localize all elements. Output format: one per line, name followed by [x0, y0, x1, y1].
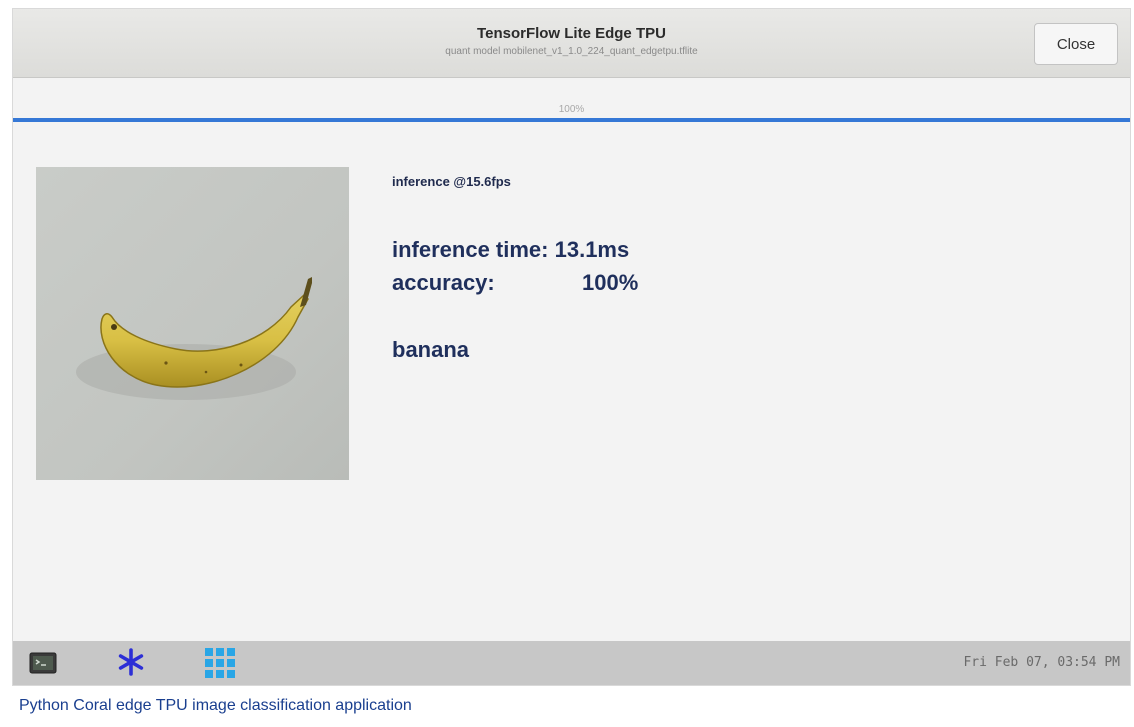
terminal-icon[interactable]	[29, 649, 57, 677]
figure-caption: Python Coral edge TPU image classificati…	[19, 697, 412, 714]
window-subtitle: quant model mobilenet_v1_1.0_224_quant_e…	[445, 46, 698, 57]
progress-bar	[13, 118, 1130, 122]
asterisk-icon[interactable]	[116, 647, 144, 676]
accuracy-row: accuracy: 100%	[392, 270, 638, 296]
fps-readout: inference @15.6fps	[392, 174, 511, 189]
grid-icon[interactable]	[204, 647, 235, 678]
inference-time: inference time: 13.1ms	[392, 237, 630, 262]
accuracy-value: 100%	[582, 270, 639, 295]
close-button[interactable]: Close	[1034, 23, 1118, 65]
taskbar: Fri Feb 07, 03:54 PM	[13, 641, 1130, 685]
input-image	[36, 167, 349, 480]
progress-label: 100%	[558, 104, 585, 115]
class-label: banana	[392, 337, 470, 362]
accuracy-label: accuracy:	[392, 270, 495, 295]
taskbar-clock: Fri Feb 07, 03:54 PM	[963, 655, 1120, 670]
progress-fill	[13, 118, 1130, 122]
window-title: TensorFlow Lite Edge TPU	[477, 25, 666, 42]
app-window: TensorFlow Lite Edge TPU quant model mob…	[12, 8, 1131, 686]
title-bar: TensorFlow Lite Edge TPU quant model mob…	[13, 9, 1130, 78]
